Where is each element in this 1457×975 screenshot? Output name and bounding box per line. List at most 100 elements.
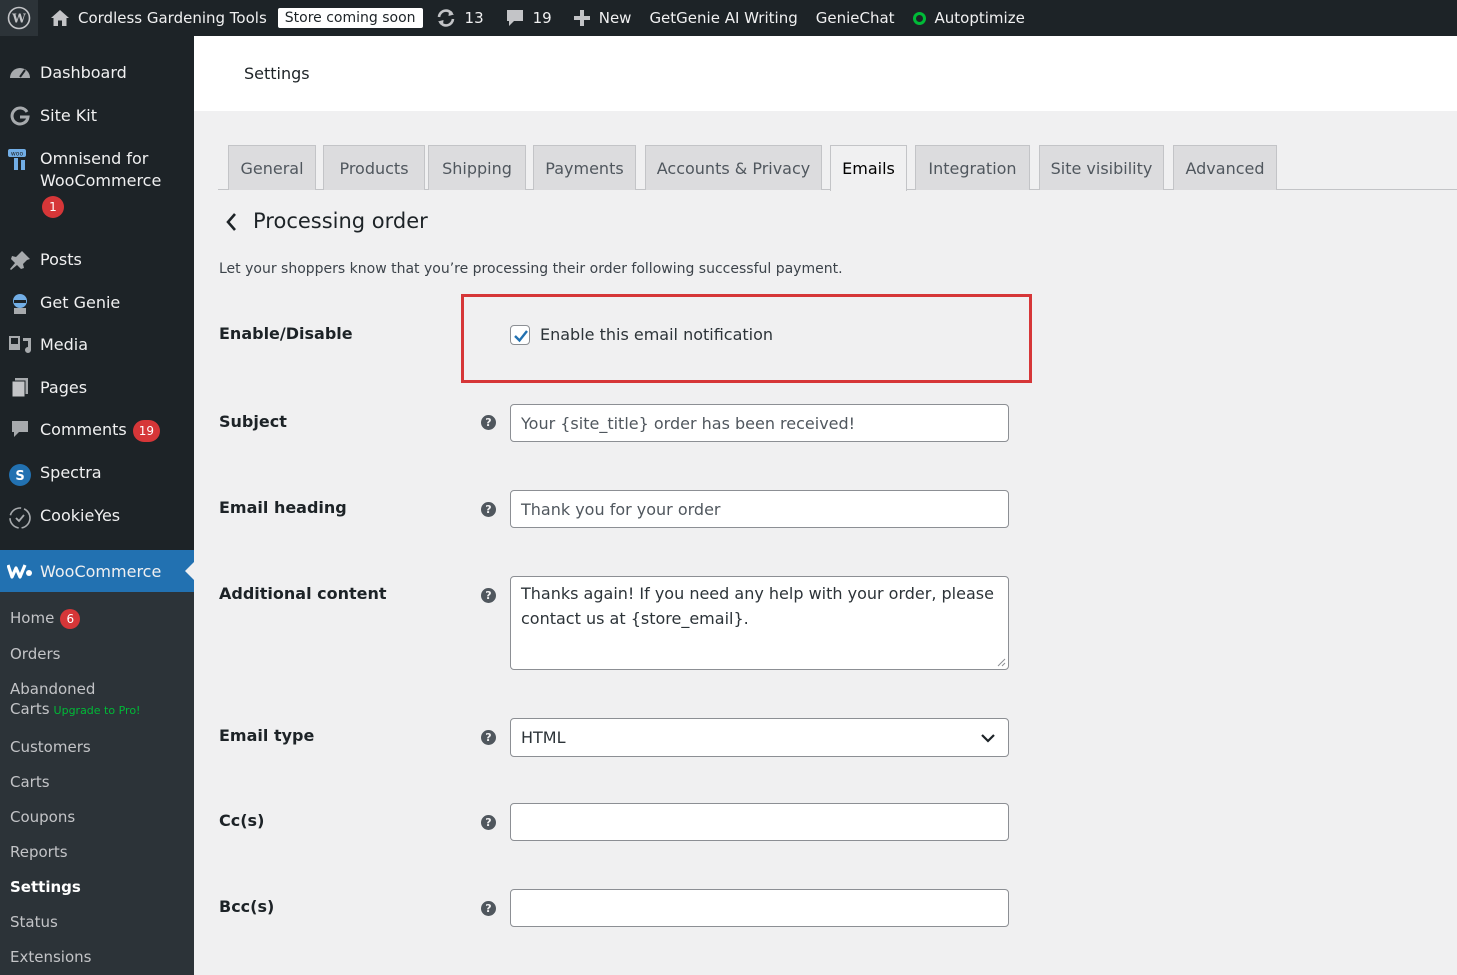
comments-link[interactable]: 19 bbox=[493, 0, 561, 36]
wordpress-logo-icon[interactable]: W bbox=[0, 0, 38, 36]
help-tip-icon[interactable]: ? bbox=[481, 415, 496, 430]
plus-icon bbox=[573, 10, 590, 26]
tab-emails[interactable]: Emails bbox=[830, 145, 907, 191]
header-title: Settings bbox=[244, 64, 310, 83]
woocommerce-submenu: Home 6 Orders Abandoned Carts Upgrade to P… bbox=[0, 592, 194, 975]
sidebar-item-label: Site Kit bbox=[40, 106, 98, 125]
submenu-item-home[interactable]: Home 6 bbox=[10, 608, 81, 629]
google-g-icon bbox=[0, 105, 40, 126]
email-type-select[interactable]: HTML bbox=[510, 718, 1009, 757]
upgrade-to-pro-link[interactable]: Upgrade to Pro! bbox=[54, 704, 141, 717]
comment-bubble-icon bbox=[506, 10, 523, 26]
tab-site-visibility[interactable]: Site visibility bbox=[1039, 145, 1164, 190]
current-menu-arrow bbox=[185, 562, 194, 580]
tab-payments[interactable]: Payments bbox=[533, 145, 636, 190]
updates-link[interactable]: 13 bbox=[423, 0, 493, 36]
svg-text:W: W bbox=[11, 12, 26, 26]
sidebar-item-label: CookieYes bbox=[40, 506, 121, 525]
spectra-icon: S bbox=[0, 462, 40, 487]
back-chevron-icon[interactable] bbox=[224, 211, 238, 237]
bcc-input[interactable] bbox=[510, 889, 1009, 927]
sidebar-item-cookieyes[interactable]: CookieYes bbox=[0, 505, 194, 530]
sidebar-item-label: Posts bbox=[40, 250, 82, 269]
geniechat-label: GenieChat bbox=[815, 9, 895, 27]
submenu-label: Abandoned bbox=[10, 680, 96, 698]
getgenie-link[interactable]: GetGenie AI Writing bbox=[640, 0, 806, 36]
chevron-down-icon bbox=[981, 734, 995, 743]
new-content-link[interactable]: New bbox=[561, 0, 641, 36]
sidebar-item-omnisend[interactable]: woo Omnisend for WooCommerce 1 bbox=[0, 148, 194, 218]
checkmark-icon bbox=[514, 330, 528, 343]
autoptimize-link[interactable]: Autoptimize bbox=[904, 0, 1034, 36]
enable-notification-checkbox[interactable] bbox=[510, 325, 530, 345]
submenu-item-coupons[interactable]: Coupons bbox=[10, 807, 75, 827]
comments-count: 19 bbox=[532, 9, 552, 27]
submenu-item-customers[interactable]: Customers bbox=[10, 737, 91, 757]
tab-products[interactable]: Products bbox=[323, 145, 425, 190]
email-heading-label: Email heading bbox=[219, 498, 347, 517]
email-type-value: HTML bbox=[521, 728, 566, 747]
woo-omnisend-icon: woo bbox=[0, 148, 40, 171]
help-tip-icon[interactable]: ? bbox=[481, 502, 496, 517]
cc-input[interactable] bbox=[510, 803, 1009, 841]
sidebar-item-label: Dashboard bbox=[40, 63, 127, 82]
sidebar-item-pages[interactable]: Pages bbox=[0, 377, 194, 399]
sidebar-item-spectra[interactable]: S Spectra bbox=[0, 462, 194, 487]
sidebar-item-label: Media bbox=[40, 335, 89, 354]
tab-integration[interactable]: Integration bbox=[915, 145, 1030, 190]
email-heading-input[interactable]: Thank you for your order bbox=[510, 490, 1009, 528]
sidebar-item-label: Omnisend for WooCommerce bbox=[40, 149, 162, 190]
help-tip-icon[interactable]: ? bbox=[481, 815, 496, 830]
site-name-link[interactable]: Cordless Gardening Tools bbox=[38, 0, 276, 36]
autoptimize-label: Autoptimize bbox=[934, 9, 1025, 27]
submenu-item-settings[interactable]: Settings bbox=[10, 877, 81, 897]
submenu-item-status[interactable]: Status bbox=[10, 912, 58, 932]
page-header: Settings bbox=[194, 36, 1457, 111]
sidebar-item-site-kit[interactable]: Site Kit bbox=[0, 105, 194, 127]
tab-advanced[interactable]: Advanced bbox=[1173, 145, 1277, 190]
dashboard-gauge-icon bbox=[0, 62, 40, 83]
submenu-label: Home bbox=[10, 609, 55, 627]
additional-content-textarea[interactable]: Thanks again! If you need any help with … bbox=[510, 576, 1009, 670]
store-coming-soon-badge[interactable]: Store coming soon bbox=[277, 8, 423, 28]
sidebar-item-comments[interactable]: Comments 19 bbox=[0, 419, 194, 442]
site-name: Cordless Gardening Tools bbox=[78, 9, 267, 27]
subject-input[interactable]: Your {site_title} order has been receive… bbox=[510, 404, 1009, 442]
submenu-item-extensions[interactable]: Extensions bbox=[10, 947, 91, 967]
page-description: Let your shoppers know that you’re proce… bbox=[219, 261, 843, 277]
comment-icon bbox=[0, 419, 40, 438]
resize-grip-icon[interactable] bbox=[997, 658, 1006, 667]
enable-notification-label[interactable]: Enable this email notification bbox=[540, 325, 773, 344]
sidebar-item-label: WooCommerce bbox=[40, 561, 162, 581]
submenu-item-orders[interactable]: Orders bbox=[10, 644, 60, 664]
sidebar-item-label: Get Genie bbox=[40, 293, 121, 312]
sidebar-item-label: Pages bbox=[40, 378, 88, 397]
updates-icon bbox=[437, 9, 454, 27]
new-label: New bbox=[598, 9, 632, 27]
tab-accounts-privacy[interactable]: Accounts & Privacy bbox=[645, 145, 822, 190]
omnisend-badge: 1 bbox=[42, 196, 64, 218]
tab-general[interactable]: General bbox=[228, 145, 316, 190]
tab-shipping[interactable]: Shipping bbox=[428, 145, 526, 190]
geniechat-link[interactable]: GenieChat bbox=[807, 0, 904, 36]
enable-disable-label: Enable/Disable bbox=[219, 324, 353, 343]
additional-content-label: Additional content bbox=[219, 584, 387, 603]
help-tip-icon[interactable]: ? bbox=[481, 901, 496, 916]
sidebar-item-label: Comments bbox=[40, 420, 127, 439]
submenu-item-carts[interactable]: Carts bbox=[10, 772, 50, 792]
submenu-item-abandoned-carts[interactable]: Abandoned Carts Upgrade to Pro! bbox=[10, 679, 140, 721]
sidebar-item-dashboard[interactable]: Dashboard bbox=[0, 62, 194, 84]
email-type-label: Email type bbox=[219, 726, 315, 745]
help-tip-icon[interactable]: ? bbox=[481, 588, 496, 603]
sidebar-item-get-genie[interactable]: Get Genie bbox=[0, 292, 194, 315]
home-badge: 6 bbox=[60, 608, 81, 629]
sidebar-item-label: Spectra bbox=[40, 463, 102, 482]
sidebar-item-posts[interactable]: Posts bbox=[0, 249, 194, 271]
woocommerce-icon bbox=[0, 563, 40, 579]
cookie-icon bbox=[0, 505, 40, 530]
help-tip-icon[interactable]: ? bbox=[481, 730, 496, 745]
bcc-label: Bcc(s) bbox=[219, 897, 275, 916]
sidebar-item-woocommerce[interactable]: WooCommerce bbox=[0, 550, 194, 592]
submenu-item-reports[interactable]: Reports bbox=[10, 842, 68, 862]
sidebar-item-media[interactable]: Media bbox=[0, 334, 194, 356]
